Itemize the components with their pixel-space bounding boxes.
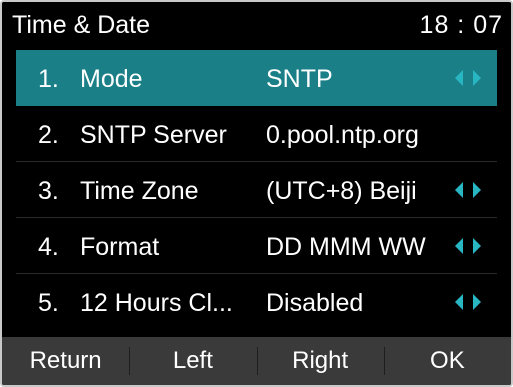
list-item-time-zone[interactable]: 3. Time Zone (UTC+8) Beiji xyxy=(2,162,511,218)
list-item-sntp-server[interactable]: 2. SNTP Server 0.pool.ntp.org xyxy=(2,106,511,162)
item-label: SNTP Server xyxy=(80,121,227,149)
item-label: Time Zone xyxy=(80,177,199,205)
item-number: 4. xyxy=(38,233,59,261)
item-number: 5. xyxy=(38,289,59,317)
phone-screen: Time & Date 18 : 07 1. Mode SNTP 2. SNTP… xyxy=(0,0,513,387)
return-button[interactable]: Return xyxy=(2,337,129,385)
arrow-right-icon[interactable] xyxy=(473,238,481,254)
item-label: Format xyxy=(80,233,160,261)
left-right-arrows-icon[interactable] xyxy=(451,181,485,199)
left-right-arrows-icon[interactable] xyxy=(451,69,485,87)
right-button[interactable]: Right xyxy=(256,337,384,385)
arrow-left-icon[interactable] xyxy=(455,294,463,310)
arrow-right-icon[interactable] xyxy=(473,294,481,310)
item-value[interactable]: SNTP xyxy=(266,65,446,94)
left-right-arrows-icon[interactable] xyxy=(451,237,485,255)
softkey-bar: Return Left Right OK xyxy=(2,337,511,385)
item-label: 12 Hours Cl... xyxy=(80,289,233,317)
clock: 18 : 07 xyxy=(419,11,503,39)
item-number: 2. xyxy=(38,121,59,149)
list-item-format[interactable]: 4. Format DD MMM WW xyxy=(2,218,511,274)
arrow-right-icon[interactable] xyxy=(473,70,481,86)
ok-button[interactable]: OK xyxy=(383,337,511,385)
page-title: Time & Date xyxy=(12,11,151,39)
item-number: 3. xyxy=(38,177,59,205)
settings-list: 1. Mode SNTP 2. SNTP Server 0.pool.ntp.o… xyxy=(2,50,511,330)
item-number: 1. xyxy=(38,65,59,93)
arrow-left-icon[interactable] xyxy=(455,70,463,86)
item-value[interactable]: (UTC+8) Beiji xyxy=(266,177,446,206)
item-value[interactable]: DD MMM WW xyxy=(266,233,446,262)
arrow-right-icon[interactable] xyxy=(473,182,481,198)
item-label: Mode xyxy=(80,65,143,93)
arrow-left-icon[interactable] xyxy=(455,238,463,254)
left-button[interactable]: Left xyxy=(129,337,256,385)
item-value[interactable]: Disabled xyxy=(266,289,446,318)
arrow-left-icon[interactable] xyxy=(455,182,463,198)
title-bar: Time & Date 18 : 07 xyxy=(2,2,511,50)
left-right-arrows-icon[interactable] xyxy=(451,293,485,311)
item-value[interactable]: 0.pool.ntp.org xyxy=(266,121,446,150)
list-item-12-hours-clock[interactable]: 5. 12 Hours Cl... Disabled xyxy=(2,274,511,330)
list-item-mode[interactable]: 1. Mode SNTP xyxy=(16,50,497,106)
